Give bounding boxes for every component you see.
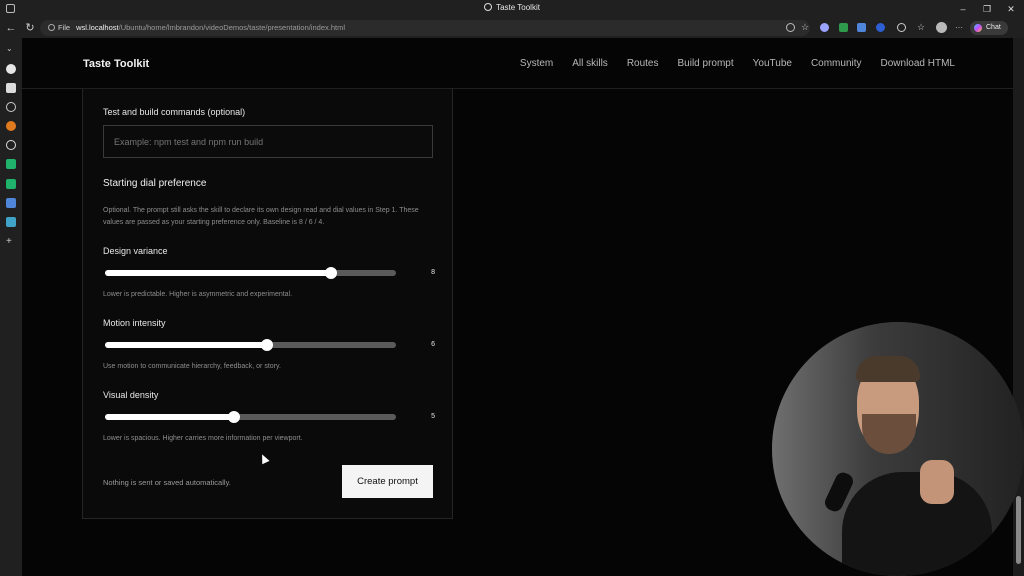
nav-routes[interactable]: Routes (627, 58, 659, 69)
extension-react-icon[interactable] (820, 23, 829, 32)
slider-fill (105, 270, 331, 276)
slider-thumb[interactable] (325, 267, 337, 279)
refresh-icon[interactable]: ↻ (23, 21, 37, 35)
zoom-icon[interactable] (786, 23, 795, 32)
slider-thumb[interactable] (261, 339, 273, 351)
tab-orange-icon[interactable] (6, 121, 16, 131)
webcam-overlay (772, 322, 1024, 576)
favorite-star-icon[interactable]: ☆ (801, 23, 809, 32)
extension-blue-icon[interactable] (876, 23, 885, 32)
close-icon[interactable]: ✕ (1003, 2, 1019, 16)
site-info-icon[interactable] (48, 24, 55, 31)
presenter-hand (920, 460, 954, 504)
motion-intensity-slider[interactable] (105, 339, 396, 351)
privacy-note: Nothing is sent or saved automatically. (103, 478, 231, 487)
motion-intensity-label: Motion intensity (103, 318, 166, 328)
github-icon[interactable] (6, 64, 16, 74)
nav-youtube[interactable]: YouTube (753, 58, 792, 69)
extension-green-icon[interactable] (839, 23, 848, 32)
extensions-icon[interactable] (897, 23, 906, 32)
slider-fill (105, 342, 267, 348)
chevron-down-icon[interactable]: ⌄ (6, 44, 16, 54)
tab-blue-icon[interactable] (6, 198, 16, 208)
test-build-input[interactable] (103, 125, 433, 158)
back-icon[interactable]: ← (4, 21, 18, 35)
more-menu-icon[interactable]: ··· (955, 23, 963, 32)
tab-app-icon[interactable] (6, 83, 16, 93)
create-prompt-button[interactable]: Create prompt (342, 465, 433, 498)
nav-build-prompt[interactable]: Build prompt (678, 58, 734, 69)
copilot-icon (974, 24, 982, 32)
design-variance-help: Lower is predictable. Higher is asymmetr… (103, 291, 293, 298)
url-input[interactable]: File wsl.localhost/Ubuntu/home/lmbrandon/… (40, 20, 810, 36)
restore-icon[interactable]: ❐ (979, 2, 995, 16)
presenter-hair (856, 356, 920, 382)
site-header: Taste Toolkit System All skills Routes B… (22, 38, 1013, 89)
motion-intensity-help: Use motion to communicate hierarchy, fee… (103, 363, 281, 370)
motion-intensity-value: 6 (431, 341, 435, 348)
favorites-icon[interactable]: ☆ (917, 23, 925, 32)
visual-density-slider[interactable] (105, 411, 396, 423)
visual-density-help: Lower is spacious. Higher carries more i… (103, 435, 303, 442)
extension-translate-icon[interactable] (857, 23, 866, 32)
copilot-chat-button[interactable]: Chat (970, 21, 1008, 35)
visual-density-value: 5 (431, 413, 435, 420)
presenter-body (842, 472, 992, 576)
design-variance-label: Design variance (103, 246, 168, 256)
address-toolbar: ← ↻ File wsl.localhost/Ubuntu/home/lmbran… (0, 18, 1024, 38)
minimize-icon[interactable]: – (955, 2, 971, 16)
nav-all-skills[interactable]: All skills (572, 58, 608, 69)
tab-green-icon[interactable] (6, 159, 16, 169)
add-tab-icon[interactable]: + (6, 237, 16, 247)
dial-help-text: Optional. The prompt still asks the skil… (103, 207, 419, 226)
tab-green-2-icon[interactable] (6, 179, 16, 189)
tab-teal-icon[interactable] (6, 217, 16, 227)
globe-icon[interactable] (6, 102, 16, 112)
slider-fill (105, 414, 234, 420)
globe-active-icon[interactable] (6, 140, 16, 150)
test-build-label: Test and build commands (optional) (103, 107, 246, 117)
profile-avatar[interactable] (936, 22, 947, 33)
window-titlebar: Taste Toolkit – ❐ ✕ (0, 0, 1024, 18)
browser-sidebar: ⌄ + (0, 38, 22, 576)
visual-density-label: Visual density (103, 390, 159, 400)
dial-heading: Starting dial preference (103, 178, 207, 189)
design-variance-slider[interactable] (105, 267, 396, 279)
nav-system[interactable]: System (520, 58, 553, 69)
window-title: Taste Toolkit (0, 3, 1024, 12)
prompt-form-card: Test and build commands (optional) Start… (82, 89, 453, 519)
site-nav: System All skills Routes Build prompt Yo… (520, 58, 955, 69)
slider-thumb[interactable] (228, 411, 240, 423)
nav-download-html[interactable]: Download HTML (881, 58, 955, 69)
design-variance-value: 8 (431, 269, 435, 276)
globe-icon (484, 3, 493, 11)
brand-title[interactable]: Taste Toolkit (83, 58, 149, 70)
nav-community[interactable]: Community (811, 58, 862, 69)
